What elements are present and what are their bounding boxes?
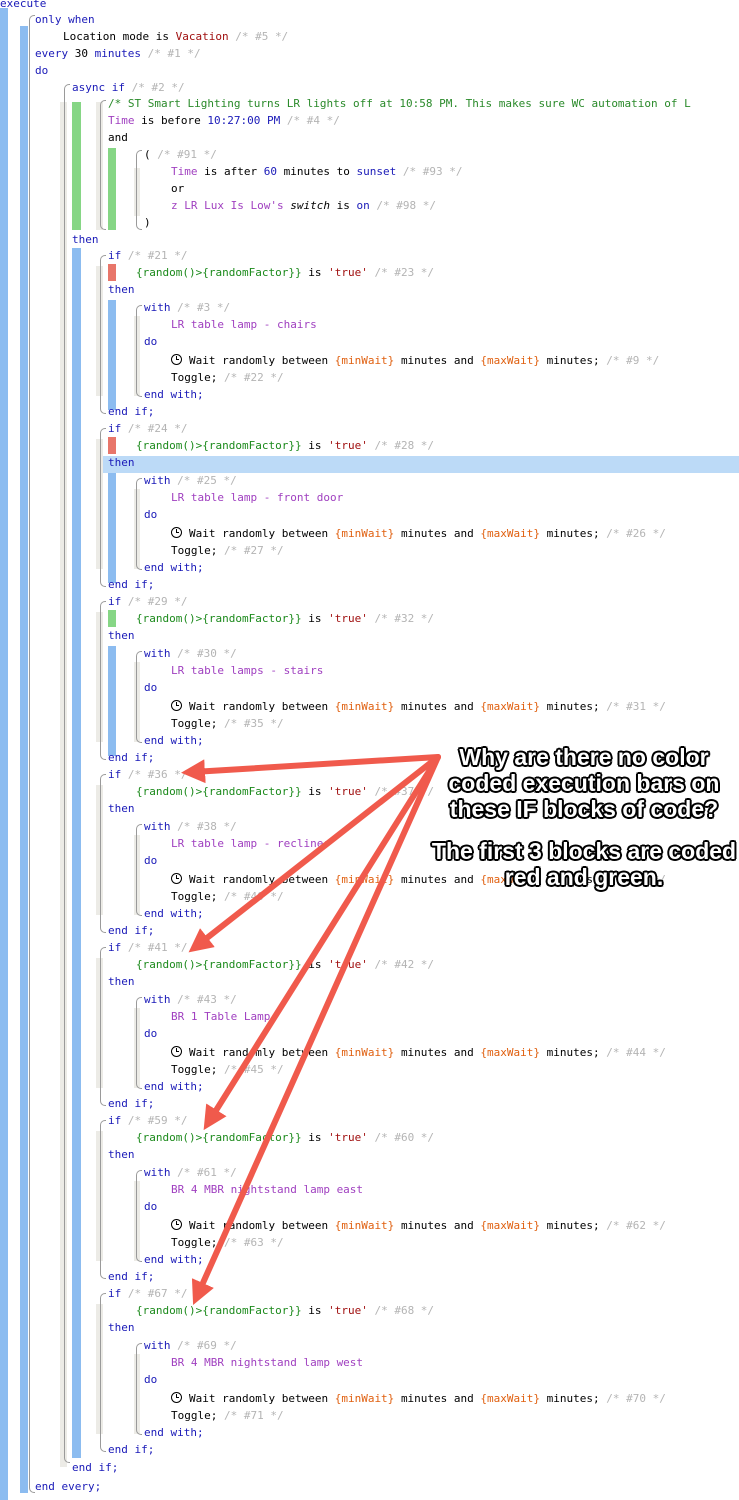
annotation-arrows xyxy=(181,754,441,1305)
annotation-arrow-1 xyxy=(181,754,441,784)
annotation-arrow-3 xyxy=(203,754,441,1131)
piston-code-view: execute only when Location mode is Vacat… xyxy=(0,0,739,1500)
annotation-arrow-2 xyxy=(188,754,441,953)
annotation-arrow-4 xyxy=(191,754,441,1305)
